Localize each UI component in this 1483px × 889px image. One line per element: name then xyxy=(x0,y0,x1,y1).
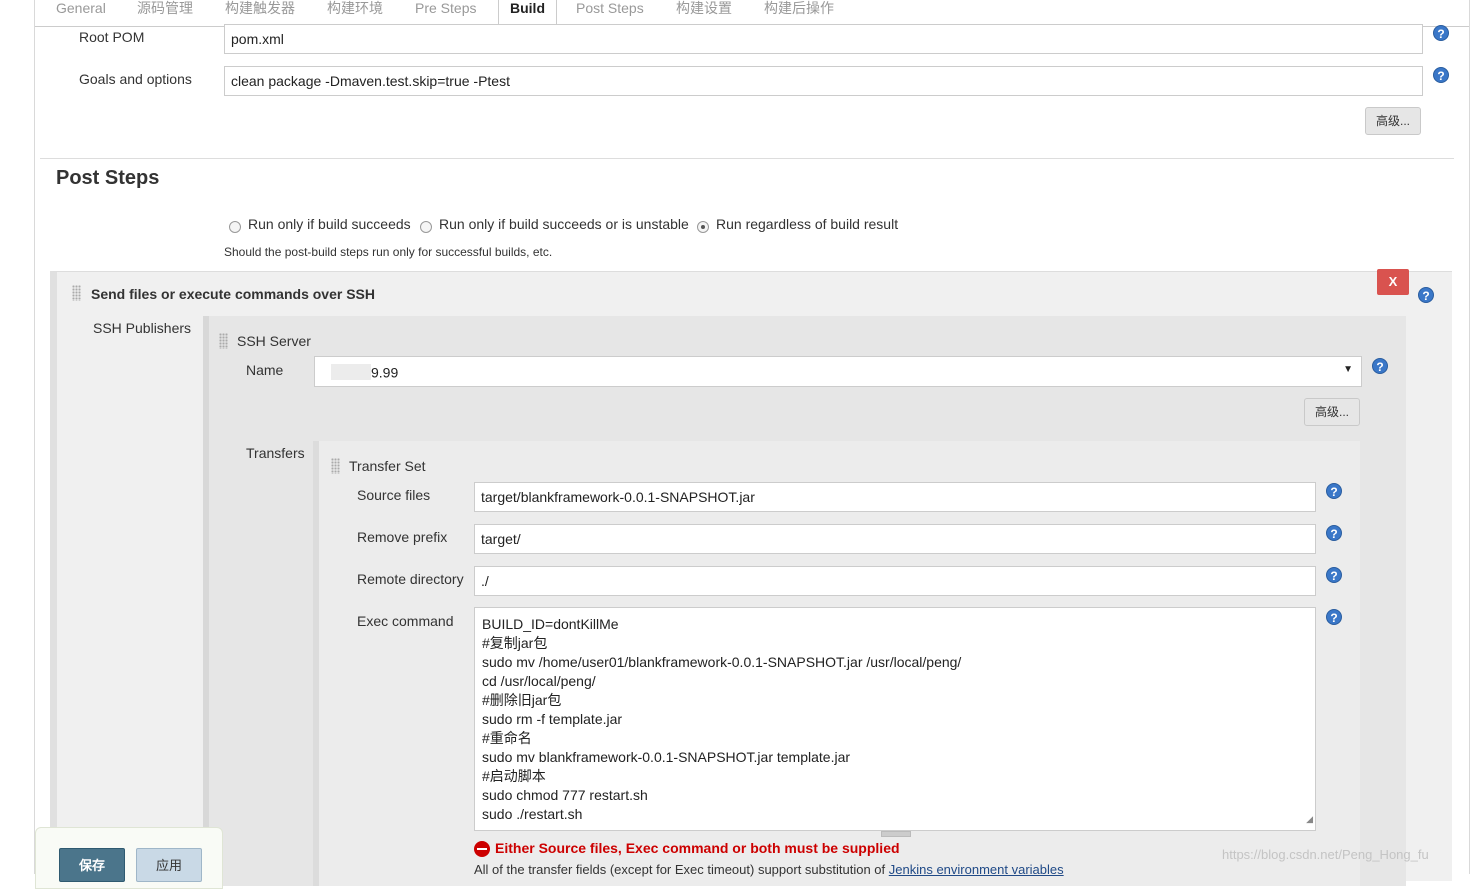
apply-button[interactable]: 应用 xyxy=(136,848,202,882)
exec-line: sudo mv blankframework-0.0.1-SNAPSHOT.ja… xyxy=(482,749,851,765)
build-advanced-button[interactable]: 高级... xyxy=(1365,107,1421,135)
section-divider xyxy=(40,158,1454,159)
drag-handle-icon[interactable] xyxy=(72,285,81,301)
watermark: https://blog.csdn.net/Peng_Hong_fu xyxy=(1222,847,1429,862)
root-pom-label: Root POM xyxy=(79,29,145,45)
save-button[interactable]: 保存 xyxy=(59,848,125,882)
remove-prefix-input[interactable]: target/ xyxy=(474,524,1316,554)
resize-handle-icon[interactable]: ◢ xyxy=(1306,810,1313,829)
help-icon[interactable]: ? xyxy=(1418,287,1434,303)
post-steps-hint: Should the post-build steps run only for… xyxy=(224,245,553,259)
exec-line: #删除旧jar包 xyxy=(482,692,562,708)
radio-label-succeeds: Run only if build succeeds xyxy=(248,216,411,232)
help-icon[interactable]: ? xyxy=(1326,609,1342,625)
textarea-grip[interactable] xyxy=(881,831,911,837)
error-message: Either Source files, Exec command or bot… xyxy=(495,840,900,856)
exec-line: #重命名 xyxy=(482,730,532,746)
ssh-publishers-label: SSH Publishers xyxy=(93,320,192,336)
ssh-server-title: SSH Server xyxy=(237,333,311,349)
exec-line: #启动脚本 xyxy=(482,768,546,784)
transfers-label: Transfers xyxy=(246,445,305,461)
exec-command-label: Exec command xyxy=(357,613,454,629)
ssh-section-title: Send files or execute commands over SSH xyxy=(91,286,375,302)
remote-directory-input[interactable]: ./ xyxy=(474,566,1316,596)
goals-input[interactable]: clean package -Dmaven.test.skip=true -Pt… xyxy=(224,66,1423,96)
remote-directory-label: Remote directory xyxy=(357,571,464,587)
ssh-advanced-button[interactable]: 高级... xyxy=(1304,398,1360,426)
drag-handle-icon[interactable] xyxy=(219,333,228,349)
transfer-set-title: Transfer Set xyxy=(349,458,426,474)
help-icon[interactable]: ? xyxy=(1326,567,1342,583)
exec-line: cd /usr/local/peng/ xyxy=(482,673,596,689)
radio-regardless[interactable] xyxy=(697,221,709,233)
help-icon[interactable]: ? xyxy=(1326,483,1342,499)
help-icon[interactable]: ? xyxy=(1433,67,1449,83)
tab-pre-steps[interactable]: Pre Steps xyxy=(415,0,476,26)
source-files-label: Source files xyxy=(357,487,431,503)
footnote-text: All of the transfer fields (except for E… xyxy=(474,862,886,877)
tab-general[interactable]: General xyxy=(56,0,106,26)
exec-command-textarea[interactable]: BUILD_ID=dontKillMe #复制jar包 sudo mv /hom… xyxy=(474,607,1316,831)
tab-build[interactable]: Build xyxy=(498,0,557,26)
page-right-border xyxy=(1469,0,1470,874)
radio-label-regardless: Run regardless of build result xyxy=(716,216,899,232)
tab-build-settings[interactable]: 构建设置 xyxy=(676,0,732,26)
radio-label-unstable: Run only if build succeeds or is unstabl… xyxy=(439,216,689,232)
tab-scm[interactable]: 源码管理 xyxy=(137,0,193,26)
drag-handle-icon[interactable] xyxy=(331,458,340,474)
server-name-value: 9.99 xyxy=(371,364,399,381)
server-name-label: Name xyxy=(246,362,284,378)
tab-build-env[interactable]: 构建环境 xyxy=(327,0,383,26)
server-name-select[interactable]: 9.99 ▼ xyxy=(314,356,1362,387)
remove-prefix-label: Remove prefix xyxy=(357,529,448,545)
server-name-blur xyxy=(331,364,371,381)
exec-line: sudo chmod 777 restart.sh xyxy=(482,787,648,803)
exec-line: BUILD_ID=dontKillMe xyxy=(482,616,619,632)
radio-build-succeeds[interactable] xyxy=(229,221,241,233)
goals-label: Goals and options xyxy=(79,71,192,87)
tab-post-steps[interactable]: Post Steps xyxy=(576,0,644,26)
exec-line: sudo ./restart.sh xyxy=(482,806,583,822)
post-steps-title: Post Steps xyxy=(56,167,160,189)
source-files-input[interactable]: target/blankframework-0.0.1-SNAPSHOT.jar xyxy=(474,482,1316,512)
transfer-footnote: All of the transfer fields (except for E… xyxy=(474,862,1064,877)
delete-step-button[interactable]: X xyxy=(1377,269,1409,295)
chevron-down-icon: ▼ xyxy=(1343,364,1353,375)
radio-succeeds-or-unstable[interactable] xyxy=(420,221,432,233)
help-icon[interactable]: ? xyxy=(1326,525,1342,541)
env-vars-link[interactable]: Jenkins environment variables xyxy=(889,862,1064,877)
tab-bar: General 源码管理 构建触发器 构建环境 Pre Steps Build … xyxy=(35,0,1469,27)
page-left-border xyxy=(34,0,35,874)
exec-line: #复制jar包 xyxy=(482,635,548,651)
exec-line: sudo mv /home/user01/blankframework-0.0.… xyxy=(482,654,962,670)
root-pom-input[interactable]: pom.xml xyxy=(224,24,1423,54)
error-icon xyxy=(474,841,490,857)
tab-triggers[interactable]: 构建触发器 xyxy=(225,0,295,26)
help-icon[interactable]: ? xyxy=(1372,358,1388,374)
exec-line: sudo rm -f template.jar xyxy=(482,711,623,727)
tab-post-build[interactable]: 构建后操作 xyxy=(764,0,834,26)
help-icon[interactable]: ? xyxy=(1433,25,1449,41)
